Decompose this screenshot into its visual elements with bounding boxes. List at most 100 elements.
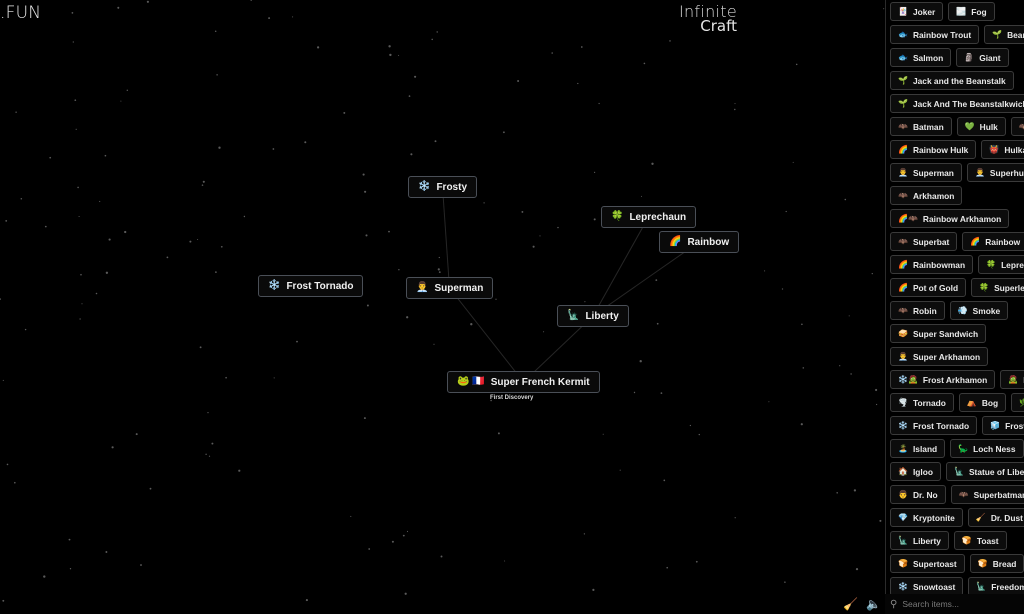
sidebar-item-rainbow-arkhamon[interactable]: 🌈🦇 Rainbow Arkhamon	[890, 209, 1010, 228]
items-sidebar[interactable]: 🃏 Joker 🌫️ Fog 🐟 Rainbow Trout 🌱 Beanstalk 🐟 Salm…	[885, 0, 1024, 614]
item-icon: ⛺	[966, 398, 977, 407]
sidebar-item-bread[interactable]: 🍞 Bread	[969, 554, 1024, 573]
sidebar-item-rainbow-trout[interactable]: 🐟 Rainbow Trout	[890, 25, 980, 44]
sidebar-item-rainbowman[interactable]: 🌈 Rainbowman	[890, 255, 974, 274]
item-label: Fog	[971, 6, 987, 17]
item-icon: 🗽	[976, 582, 987, 591]
item-label: Leprechaun	[629, 211, 687, 223]
sidebar-row: 🌱 Jack and the Beanstalk	[890, 71, 1024, 90]
sidebar-item-joker[interactable]: 🃏 Joker	[890, 2, 944, 21]
sidebar-row: 🍞 Supertoast 🍞 Bread	[890, 554, 1024, 573]
sidebar-item-frost-tornado[interactable]: ❄️ Frost Tornado	[890, 416, 978, 435]
sidebar-item-arkham[interactable]: 🦇Arkham	[1010, 117, 1024, 136]
sidebar-item-loch-ness[interactable]: 🦕 Loch Ness	[950, 439, 1024, 458]
canvas-item-frost-tornado[interactable]: ❄️ Frost Tornado	[258, 275, 364, 297]
sidebar-row: 🥪 Super Sandwich	[890, 324, 1024, 343]
sidebar-item-pot-of-gold[interactable]: 🌈 Pot of Gold	[890, 278, 967, 297]
sidebar-item-fog[interactable]: 🌫️ Fog	[948, 2, 995, 21]
item-label: Snowtoast	[912, 581, 956, 592]
site-brand: .FUN	[0, 3, 42, 23]
sidebar-item-kryptonite[interactable]: 💎 Kryptonite	[890, 508, 963, 527]
sidebar-item-man[interactable]: 🌿Man	[1011, 393, 1024, 412]
sidebar-item-frost-arkhamon[interactable]: ❄️🧟 Frost Arkhamon	[890, 370, 996, 389]
sidebar-item-smoke[interactable]: 💨 Smoke	[949, 301, 1009, 320]
sidebar-item-liberty[interactable]: 🗽 Liberty	[890, 531, 949, 550]
sidebar-item-superleprechaun[interactable]: 🍀 Superleprechaun	[971, 278, 1024, 297]
sidebar-item-salmon[interactable]: 🐟 Salmon	[890, 48, 952, 67]
speaker-icon[interactable]: 🔈	[866, 597, 881, 611]
sidebar-item-island[interactable]: 🏝️ Island	[890, 439, 946, 458]
sidebar-row: 🏝️ Island 🦕 Loch Ness	[890, 439, 1024, 458]
canvas-item-liberty[interactable]: 🗽 Liberty	[557, 305, 629, 327]
sidebar-item-bog[interactable]: ⛺ Bog	[958, 393, 1007, 412]
sidebar-item-rainbow-hulk[interactable]: 🌈 Rainbow Hulk	[890, 140, 977, 159]
sidebar-item-leprechaun[interactable]: 🍀 Leprechaun	[978, 255, 1024, 274]
sidebar-item-batman[interactable]: 🦇 Batman	[890, 117, 952, 136]
item-label: Dr. Dust	[990, 512, 1023, 523]
sidebar-item-igloo[interactable]: 🏠 Igloo	[890, 462, 941, 481]
sidebar-item-toast[interactable]: 🍞 Toast	[953, 531, 1007, 550]
canvas-item-super-french-kermit[interactable]: 🐸 🇫🇷 Super French Kermit	[447, 371, 600, 393]
sidebar-item-superhulk[interactable]: 👨‍💼 Superhulk	[966, 163, 1024, 182]
canvas-item-superman[interactable]: 👨‍💼 Superman	[406, 277, 494, 299]
broom-icon[interactable]: 🧹	[843, 597, 858, 611]
item-label: Rainbow Hulk	[912, 144, 969, 155]
sidebar-item-arkhamon[interactable]: 🦇 Arkhamon	[890, 186, 963, 205]
item-label: Batman	[912, 121, 944, 132]
sidebar-row: 🦇 Arkhamon	[890, 186, 1024, 205]
item-label: Loch Ness	[973, 443, 1016, 454]
sidebar-row: 🌱 Jack And The Beanstalkwich	[890, 94, 1024, 113]
item-icon: 🌈	[898, 260, 908, 269]
sidebar-row: 🃏 Joker 🌫️ Fog	[890, 2, 1024, 21]
snowflake-icon: ❄️	[268, 280, 281, 291]
sidebar-item-jack-and-the-beanstalkwich[interactable]: 🌱 Jack And The Beanstalkwich	[890, 94, 1024, 113]
item-label: Superman	[434, 282, 484, 294]
sidebar-row: 🌈🦇 Rainbow Arkhamon	[890, 209, 1024, 228]
search-input[interactable]	[902, 599, 1013, 609]
sidebar-item-hulkamon[interactable]: 👹 Hulkamon	[981, 140, 1024, 159]
sidebar-item-dr-dust[interactable]: 🧹 Dr. Dust	[967, 508, 1024, 527]
sidebar-item-robin[interactable]: 🦇 Robin	[890, 301, 945, 320]
item-icon: 👹	[989, 145, 1000, 154]
sidebar-item-rainbow[interactable]: 🌈 Rainbow	[962, 232, 1024, 251]
sidebar-item-frost-giant[interactable]: 🧊 Frost Giant	[982, 416, 1024, 435]
sidebar-row: 🦇 Batman 💚 Hulk 🦇Arkham	[890, 117, 1024, 136]
sidebar-item-tornado[interactable]: 🌪️ Tornado	[890, 393, 954, 412]
sidebar-item-jack-and-the-beanstalk[interactable]: 🌱 Jack and the Beanstalk	[890, 71, 1014, 90]
sidebar-item-dragon[interactable]: 🧟Dragon	[1000, 370, 1024, 389]
item-label: Bread	[992, 558, 1017, 569]
item-icon: ❄️	[898, 421, 908, 430]
sidebar-item-superbat[interactable]: 🦇 Superbat	[890, 232, 958, 251]
item-icon: 🌿	[1019, 398, 1024, 407]
sidebar-item-statue-of-liberty[interactable]: 🗽 Statue of Liberty	[945, 462, 1024, 481]
sidebar-item-dr-no[interactable]: 👨 Dr. No	[890, 485, 946, 504]
item-icon: 🌈	[898, 145, 908, 154]
item-label: Tornado	[912, 397, 946, 408]
sidebar-item-super-sandwich[interactable]: 🥪 Super Sandwich	[890, 324, 987, 343]
item-icon: 🗽	[953, 467, 964, 476]
item-icon: ❄️🧟	[898, 375, 918, 384]
item-icon: 🍀	[979, 283, 990, 292]
item-icon: 🐟	[898, 53, 908, 62]
canvas-item-leprechaun[interactable]: 🍀 Leprechaun	[601, 206, 697, 228]
crafting-canvas[interactable]: .FUN Infinite Craft ❄️ Frosty ❄️ Frost T…	[0, 0, 885, 614]
sidebar-item-giant[interactable]: 🗿 Giant	[956, 48, 1009, 67]
sidebar-item-beanstalk[interactable]: 🌱 Beanstalk	[984, 25, 1024, 44]
item-label: Superleprechaun	[994, 282, 1024, 293]
search-bar: ⚲	[885, 594, 1024, 614]
sidebar-row: 🐟 Rainbow Trout 🌱 Beanstalk	[890, 25, 1024, 44]
sidebar-item-supertoast[interactable]: 🍞 Supertoast	[890, 554, 965, 573]
sidebar-item-superbatman[interactable]: 🦇 Superbatman	[950, 485, 1024, 504]
canvas-item-rainbow[interactable]: 🌈 Rainbow	[659, 231, 740, 253]
frog-flag-icon: 🐸 🇫🇷	[457, 376, 485, 387]
sidebar-item-super-arkhamon[interactable]: 👨‍💼 Super Arkhamon	[890, 347, 989, 366]
sidebar-item-superman[interactable]: 👨‍💼 Superman	[890, 163, 962, 182]
connection-line	[449, 287, 524, 383]
item-icon: 🌱	[992, 30, 1003, 39]
item-icon: 🌈🦇	[898, 214, 918, 223]
item-label: Super Sandwich	[912, 328, 979, 339]
rainbow-icon: 🌈	[669, 236, 682, 247]
canvas-item-frosty[interactable]: ❄️ Frosty	[408, 176, 478, 198]
sidebar-item-hulk[interactable]: 💚 Hulk	[956, 117, 1006, 136]
item-label: Giant	[979, 52, 1001, 63]
